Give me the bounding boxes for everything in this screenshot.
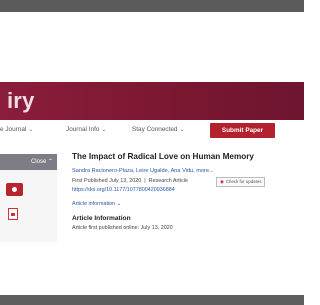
article-information-text: Article first published online: July 13,… — [72, 225, 173, 231]
submit-paper-button[interactable]: Submit Paper — [210, 123, 275, 138]
check-updates-badge[interactable]: ◉ Check for updates — [216, 177, 266, 187]
publication-info: First Published July 13, 2020 | Research… — [72, 178, 188, 184]
nav-item-stay-connected[interactable]: Stay Connected ⌄ — [132, 126, 185, 133]
pdf-download-button[interactable] — [6, 183, 23, 196]
nav-item-journal-info[interactable]: Journal Info ⌄ — [66, 126, 106, 133]
chevron-down-icon: ⌄ — [101, 127, 107, 133]
download-icon — [12, 187, 17, 192]
sidebar-close-button[interactable]: Close ⌃ — [31, 158, 53, 165]
article-title: The Impact of Radical Love on Human Memo… — [72, 152, 254, 161]
citation-file-icon[interactable] — [8, 208, 18, 220]
journal-banner: iry — [0, 82, 304, 120]
article-information-heading: Article Information — [72, 215, 131, 222]
article-information-link[interactable]: Article information ⌄ — [72, 201, 121, 207]
update-icon: ◉ — [220, 179, 224, 184]
nav-item-browse-journal[interactable]: e Journal ⌄ — [0, 126, 33, 133]
article-authors[interactable]: Sandra Racionero-Plaza, Leire Ugalde, An… — [72, 168, 214, 174]
chevron-up-icon: ⌃ — [47, 159, 53, 165]
window-bottom-bar — [0, 295, 304, 305]
doi-link[interactable]: https://doi.org/10.1177/1077800420936884 — [72, 187, 175, 193]
chevron-down-icon: ⌄ — [116, 201, 122, 207]
chevron-down-icon: ⌄ — [28, 127, 34, 133]
chevron-down-icon: ⌄ — [179, 127, 185, 133]
article-tools-sidebar: Close ⌃ — [0, 154, 57, 242]
sidebar-header: Close ⌃ — [0, 154, 57, 170]
window-top-bar — [0, 0, 304, 12]
journal-title: iry — [7, 88, 35, 113]
